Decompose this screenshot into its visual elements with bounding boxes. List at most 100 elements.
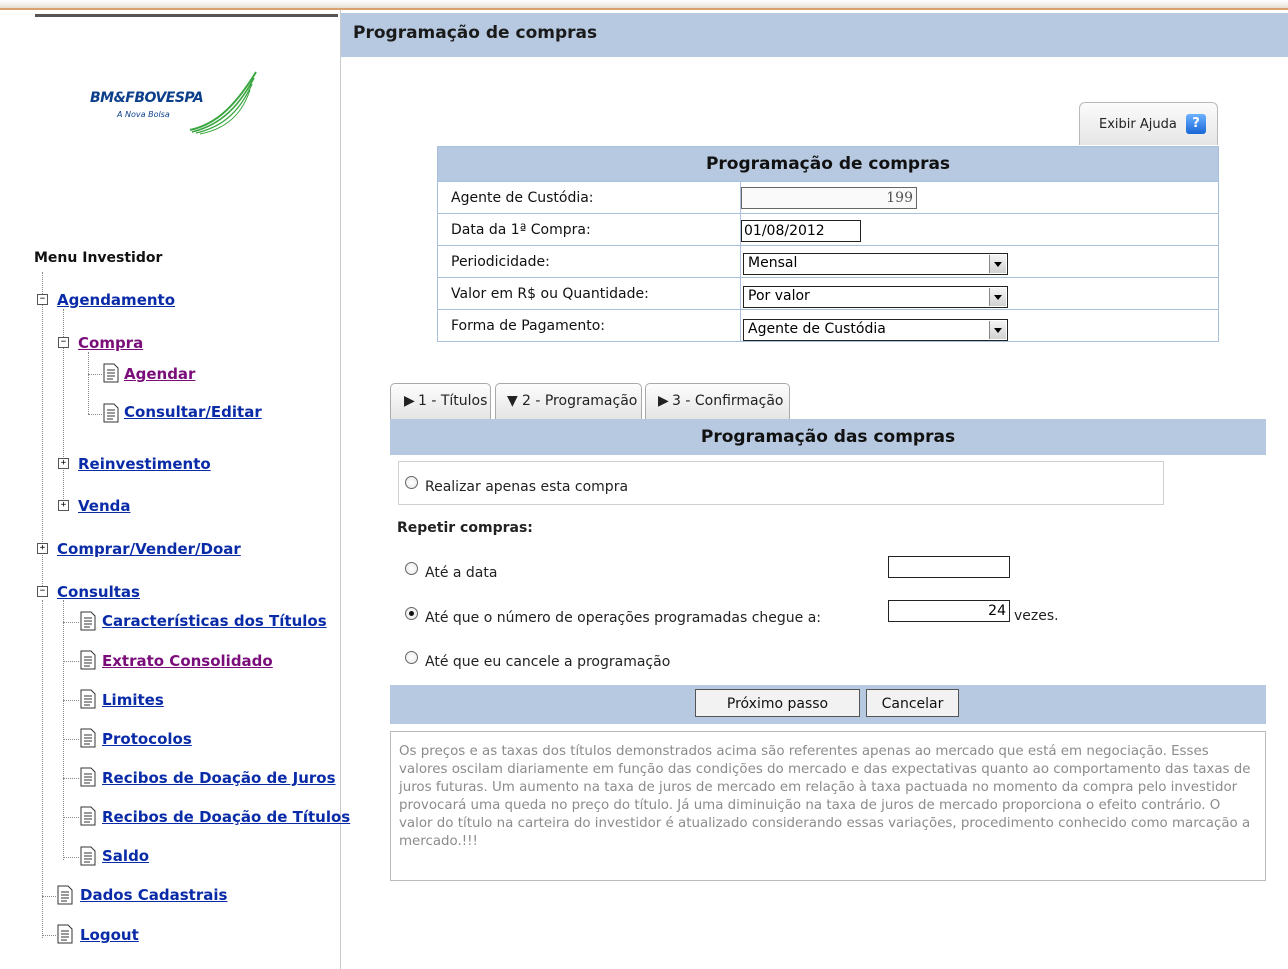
tree-connector xyxy=(42,600,43,938)
sidebar-item-limites[interactable]: Limites xyxy=(102,691,164,709)
disclaimer-box: Os preços e as taxas dos títulos demonst… xyxy=(390,731,1266,881)
tree-connector xyxy=(63,739,79,740)
pagamento-label: Forma de Pagamento: xyxy=(437,309,741,342)
sidebar-item-saldo[interactable]: Saldo xyxy=(102,847,149,865)
expand-reinvestimento-icon[interactable]: + xyxy=(58,458,69,469)
tab-confirmacao-arrow: ▶ xyxy=(658,393,669,409)
sidebar-item-reinvestimento[interactable]: Reinvestimento xyxy=(78,455,211,473)
document-icon xyxy=(103,363,119,383)
sidebar-item-recibos-titulos[interactable]: Recibos de Doação de Títulos xyxy=(102,808,350,826)
periodicidade-select[interactable]: Mensal xyxy=(743,253,1008,275)
programacao-header: Programação das compras xyxy=(390,419,1266,455)
next-step-button[interactable]: Próximo passo xyxy=(695,689,860,717)
logo-tagline: A Nova Bolsa xyxy=(117,110,170,119)
tab-confirmacao[interactable]: ▶ 3 - Confirmação xyxy=(645,383,790,420)
sidebar-item-agendar[interactable]: Agendar xyxy=(124,365,195,383)
periodicidade-label: Periodicidade: xyxy=(437,245,741,278)
collapse-compra-icon[interactable]: − xyxy=(58,337,69,348)
tree-connector xyxy=(42,935,56,936)
tree-connector xyxy=(63,661,79,662)
tree-connector xyxy=(42,896,56,897)
agente-label: Agente de Custódia: xyxy=(437,181,741,214)
document-icon xyxy=(80,650,96,670)
tree-connector xyxy=(63,778,79,779)
periodicidade-value: Mensal xyxy=(748,255,798,271)
sidebar-item-venda[interactable]: Venda xyxy=(78,497,131,515)
expand-comprar-vender-doar-icon[interactable]: + xyxy=(37,543,48,554)
radio-until-date[interactable] xyxy=(405,562,418,575)
chevron-down-icon xyxy=(989,288,1006,306)
radio-until-count[interactable] xyxy=(405,607,418,620)
sidebar-item-logout[interactable]: Logout xyxy=(80,926,139,944)
tab-programacao-label: 2 - Programação xyxy=(522,393,638,409)
collapse-agendamento-icon[interactable]: − xyxy=(37,294,48,305)
count-input[interactable]: 24 xyxy=(888,600,1010,622)
chevron-down-icon xyxy=(989,321,1006,339)
until-date-label: Até a data xyxy=(425,565,498,581)
sidebar-item-recibos-juros[interactable]: Recibos de Doação de Juros xyxy=(102,769,336,787)
chevron-down-icon xyxy=(989,255,1006,273)
sidebar-top-rule xyxy=(35,14,338,17)
repeat-label: Repetir compras: xyxy=(397,520,533,536)
help-button[interactable]: Exibir Ajuda ? xyxy=(1079,102,1218,145)
tab-programacao[interactable]: ▼ 2 - Programação xyxy=(495,383,642,420)
document-icon xyxy=(57,924,73,944)
count-unit: vezes. xyxy=(1014,608,1059,624)
data-label: Data da 1ª Compra: xyxy=(437,213,741,246)
cancel-button[interactable]: Cancelar xyxy=(866,689,959,717)
sidebar-item-consultar-editar[interactable]: Consultar/Editar xyxy=(124,403,262,421)
document-icon xyxy=(80,689,96,709)
agente-custodia-field: 199 xyxy=(741,187,917,209)
document-icon xyxy=(80,728,96,748)
pagamento-value: Agente de Custódia xyxy=(748,321,886,337)
tree-connector xyxy=(88,352,89,414)
form-title: Programação de compras xyxy=(437,146,1219,182)
tab-titulos-label: 1 - Títulos xyxy=(418,393,488,409)
sidebar-item-dados-cadastrais[interactable]: Dados Cadastrais xyxy=(80,886,227,904)
document-icon xyxy=(80,767,96,787)
sidebar-item-agendamento[interactable]: Agendamento xyxy=(57,291,175,309)
sidebar-item-consultas[interactable]: Consultas xyxy=(57,583,140,601)
tree-connector xyxy=(63,700,79,701)
data-primeira-compra-field[interactable]: 01/08/2012 xyxy=(741,220,861,242)
tab-titulos[interactable]: ▶ 1 - Títulos xyxy=(390,383,491,420)
valor-value: Por valor xyxy=(748,288,810,304)
document-icon xyxy=(80,611,96,631)
sidebar-item-comprar-vender-doar[interactable]: Comprar/Vender/Doar xyxy=(57,540,241,558)
logo-swoosh-icon xyxy=(189,71,257,135)
tree-connector xyxy=(63,622,79,623)
tab-programacao-arrow: ▼ xyxy=(507,393,518,409)
valor-quantidade-select[interactable]: Por valor xyxy=(743,286,1008,308)
document-icon xyxy=(80,806,96,826)
tree-connector xyxy=(88,374,102,375)
logo-name: BM&FBOVESPA xyxy=(90,90,204,106)
document-icon xyxy=(80,846,96,866)
tree-connector xyxy=(63,857,79,858)
tree-connector xyxy=(63,600,64,860)
bmfbovespa-logo: BM&FBOVESPA A Nova Bolsa xyxy=(88,70,258,140)
menu-title: Menu Investidor xyxy=(34,250,163,266)
forma-pagamento-select[interactable]: Agente de Custódia xyxy=(743,319,1008,341)
tree-connector xyxy=(63,817,79,818)
collapse-consultas-icon[interactable]: − xyxy=(37,586,48,597)
document-icon xyxy=(57,885,73,905)
help-label: Exibir Ajuda xyxy=(1099,117,1177,132)
page-title: Programação de compras xyxy=(353,23,598,43)
programacao-title: Programação das compras xyxy=(700,427,956,447)
help-icon: ? xyxy=(1186,114,1206,134)
until-cancel-label: Até que eu cancele a programação xyxy=(425,654,671,670)
sidebar-item-compra[interactable]: Compra xyxy=(78,334,143,352)
disclaimer-text: Os preços e as taxas dos títulos demonst… xyxy=(399,744,1251,849)
purchase-form-table: Programação de compras Agente de Custódi… xyxy=(437,146,1219,342)
radio-only-this[interactable] xyxy=(405,476,418,489)
until-date-input[interactable] xyxy=(888,556,1010,578)
sidebar-item-caracteristicas[interactable]: Características dos Títulos xyxy=(102,612,327,630)
tab-confirmacao-label: 3 - Confirmação xyxy=(672,393,784,409)
sidebar-item-extrato[interactable]: Extrato Consolidado xyxy=(102,652,273,670)
only-this-label: Realizar apenas esta compra xyxy=(425,479,629,495)
tab-titulos-arrow: ▶ xyxy=(404,393,415,409)
tree-connector xyxy=(88,414,102,415)
sidebar-item-protocolos[interactable]: Protocolos xyxy=(102,730,192,748)
radio-until-cancel[interactable] xyxy=(405,651,418,664)
expand-venda-icon[interactable]: + xyxy=(58,500,69,511)
